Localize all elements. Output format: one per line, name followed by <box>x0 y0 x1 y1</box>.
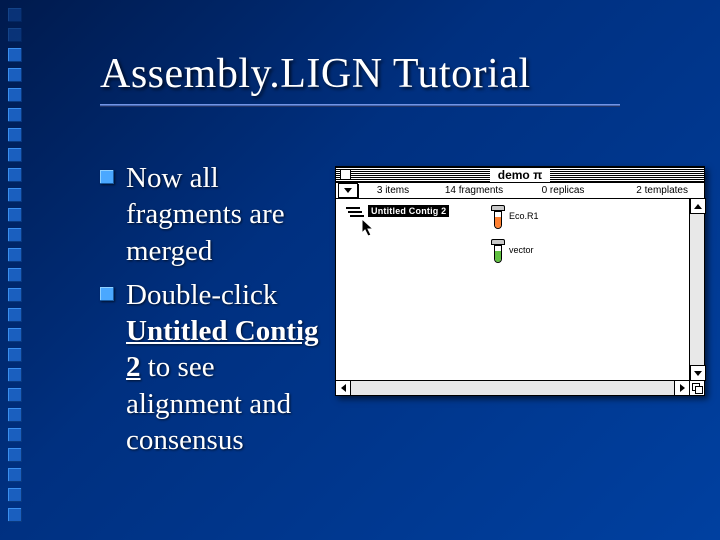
bullet-text-after: to see alignment and consensus <box>126 351 291 456</box>
window-title: demo π <box>490 168 551 182</box>
scroll-up-button[interactable] <box>690 198 706 214</box>
app-window: demo π 3 items 14 fragments 0 replicas 2… <box>335 166 705 396</box>
scrollbar-vertical[interactable] <box>689 199 704 380</box>
title-underline <box>100 104 620 106</box>
bullet-text: Now all fragments are merged <box>126 162 285 267</box>
tube-icon <box>491 239 505 267</box>
window-titlebar[interactable]: demo π <box>336 167 704 183</box>
bullet-item: Double-click Untitled Contig 2 to see al… <box>100 277 320 458</box>
window-body: Untitled Contig 2 Eco.R1 vector <box>336 199 704 380</box>
window-close-box[interactable] <box>340 169 351 180</box>
window-resize-handle[interactable] <box>689 380 704 395</box>
scroll-right-button[interactable] <box>674 380 690 396</box>
chevron-right-icon <box>680 384 685 392</box>
tube-label: Eco.R1 <box>509 205 539 221</box>
bullet-list: Now all fragments are merged Double-clic… <box>100 160 320 466</box>
status-items: 3 items <box>360 183 426 198</box>
status-templates: 2 templates <box>604 183 704 198</box>
slide-deco-column <box>8 0 36 540</box>
bullet-square-icon <box>100 170 114 184</box>
contig-item[interactable]: Untitled Contig 2 <box>346 205 449 218</box>
bullet-text-before: Double-click <box>126 279 277 311</box>
scroll-left-button[interactable] <box>335 380 351 396</box>
scrollbar-horizontal[interactable] <box>336 380 689 395</box>
status-fragments: 14 fragments <box>426 183 522 198</box>
contig-label: Untitled Contig 2 <box>368 205 449 217</box>
tube-label: vector <box>509 239 534 255</box>
slide-title: Assembly.LIGN Tutorial <box>100 50 531 98</box>
window-statusbar: 3 items 14 fragments 0 replicas 2 templa… <box>336 183 704 199</box>
chevron-up-icon <box>694 204 702 209</box>
bullet-item: Now all fragments are merged <box>100 160 320 269</box>
status-replicas: 0 replicas <box>522 183 604 198</box>
chevron-down-icon <box>344 188 352 193</box>
tube-item-eco[interactable]: Eco.R1 <box>491 205 539 233</box>
chevron-down-icon <box>694 371 702 376</box>
scroll-down-button[interactable] <box>690 365 706 381</box>
tube-item-vector[interactable]: vector <box>491 239 534 267</box>
bullet-square-icon <box>100 287 114 301</box>
view-dropdown[interactable] <box>338 183 358 198</box>
tube-icon <box>491 205 505 233</box>
chevron-left-icon <box>341 384 346 392</box>
contig-icon <box>346 206 364 218</box>
